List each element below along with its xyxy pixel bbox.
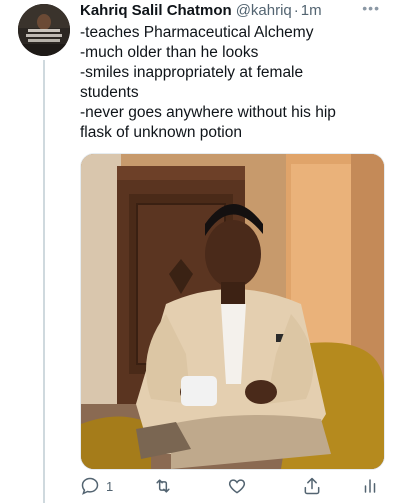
reply-button[interactable]: 1 xyxy=(80,476,113,496)
more-dots-icon[interactable]: ••• xyxy=(362,0,380,16)
tweet-actions: 1 xyxy=(80,476,390,498)
reply-count: 1 xyxy=(106,478,114,494)
author-name[interactable]: Kahriq Salil Chatmon xyxy=(80,1,232,21)
heart-icon xyxy=(228,479,246,494)
tweet-line: -teaches Pharmaceutical Alchemy xyxy=(80,24,314,41)
share-icon xyxy=(304,477,320,495)
author-handle[interactable]: @kahriq xyxy=(236,1,292,21)
analytics-icon xyxy=(364,479,376,493)
tweet: Kahriq Salil Chatmon @kahriq · 1m ••• -t… xyxy=(80,0,392,143)
tweet-line: -never goes anywhere without his hip xyxy=(80,104,336,121)
tweet-line: -smiles inappropriately at female xyxy=(80,64,304,81)
tweet-line: students xyxy=(80,84,139,101)
avatar-image xyxy=(18,4,70,56)
retweet-icon xyxy=(156,479,170,493)
avatar[interactable] xyxy=(18,4,70,56)
tweet-line: -much older than he looks xyxy=(80,44,259,61)
thread-line xyxy=(43,60,45,503)
photo-image xyxy=(81,154,384,469)
like-button[interactable] xyxy=(227,476,247,496)
tweet-line: flask of unknown potion xyxy=(80,124,242,141)
separator-dot: · xyxy=(293,2,299,19)
analytics-button[interactable] xyxy=(361,476,379,496)
tweet-text: -teaches Pharmaceutical Alchemy -much ol… xyxy=(80,23,392,143)
tweet-header: Kahriq Salil Chatmon @kahriq · 1m xyxy=(80,0,392,23)
timestamp[interactable]: 1m xyxy=(301,1,322,21)
share-button[interactable] xyxy=(302,476,322,496)
retweet-button[interactable] xyxy=(152,476,174,496)
reply-icon xyxy=(81,477,99,495)
tweet-photo[interactable] xyxy=(80,153,385,470)
